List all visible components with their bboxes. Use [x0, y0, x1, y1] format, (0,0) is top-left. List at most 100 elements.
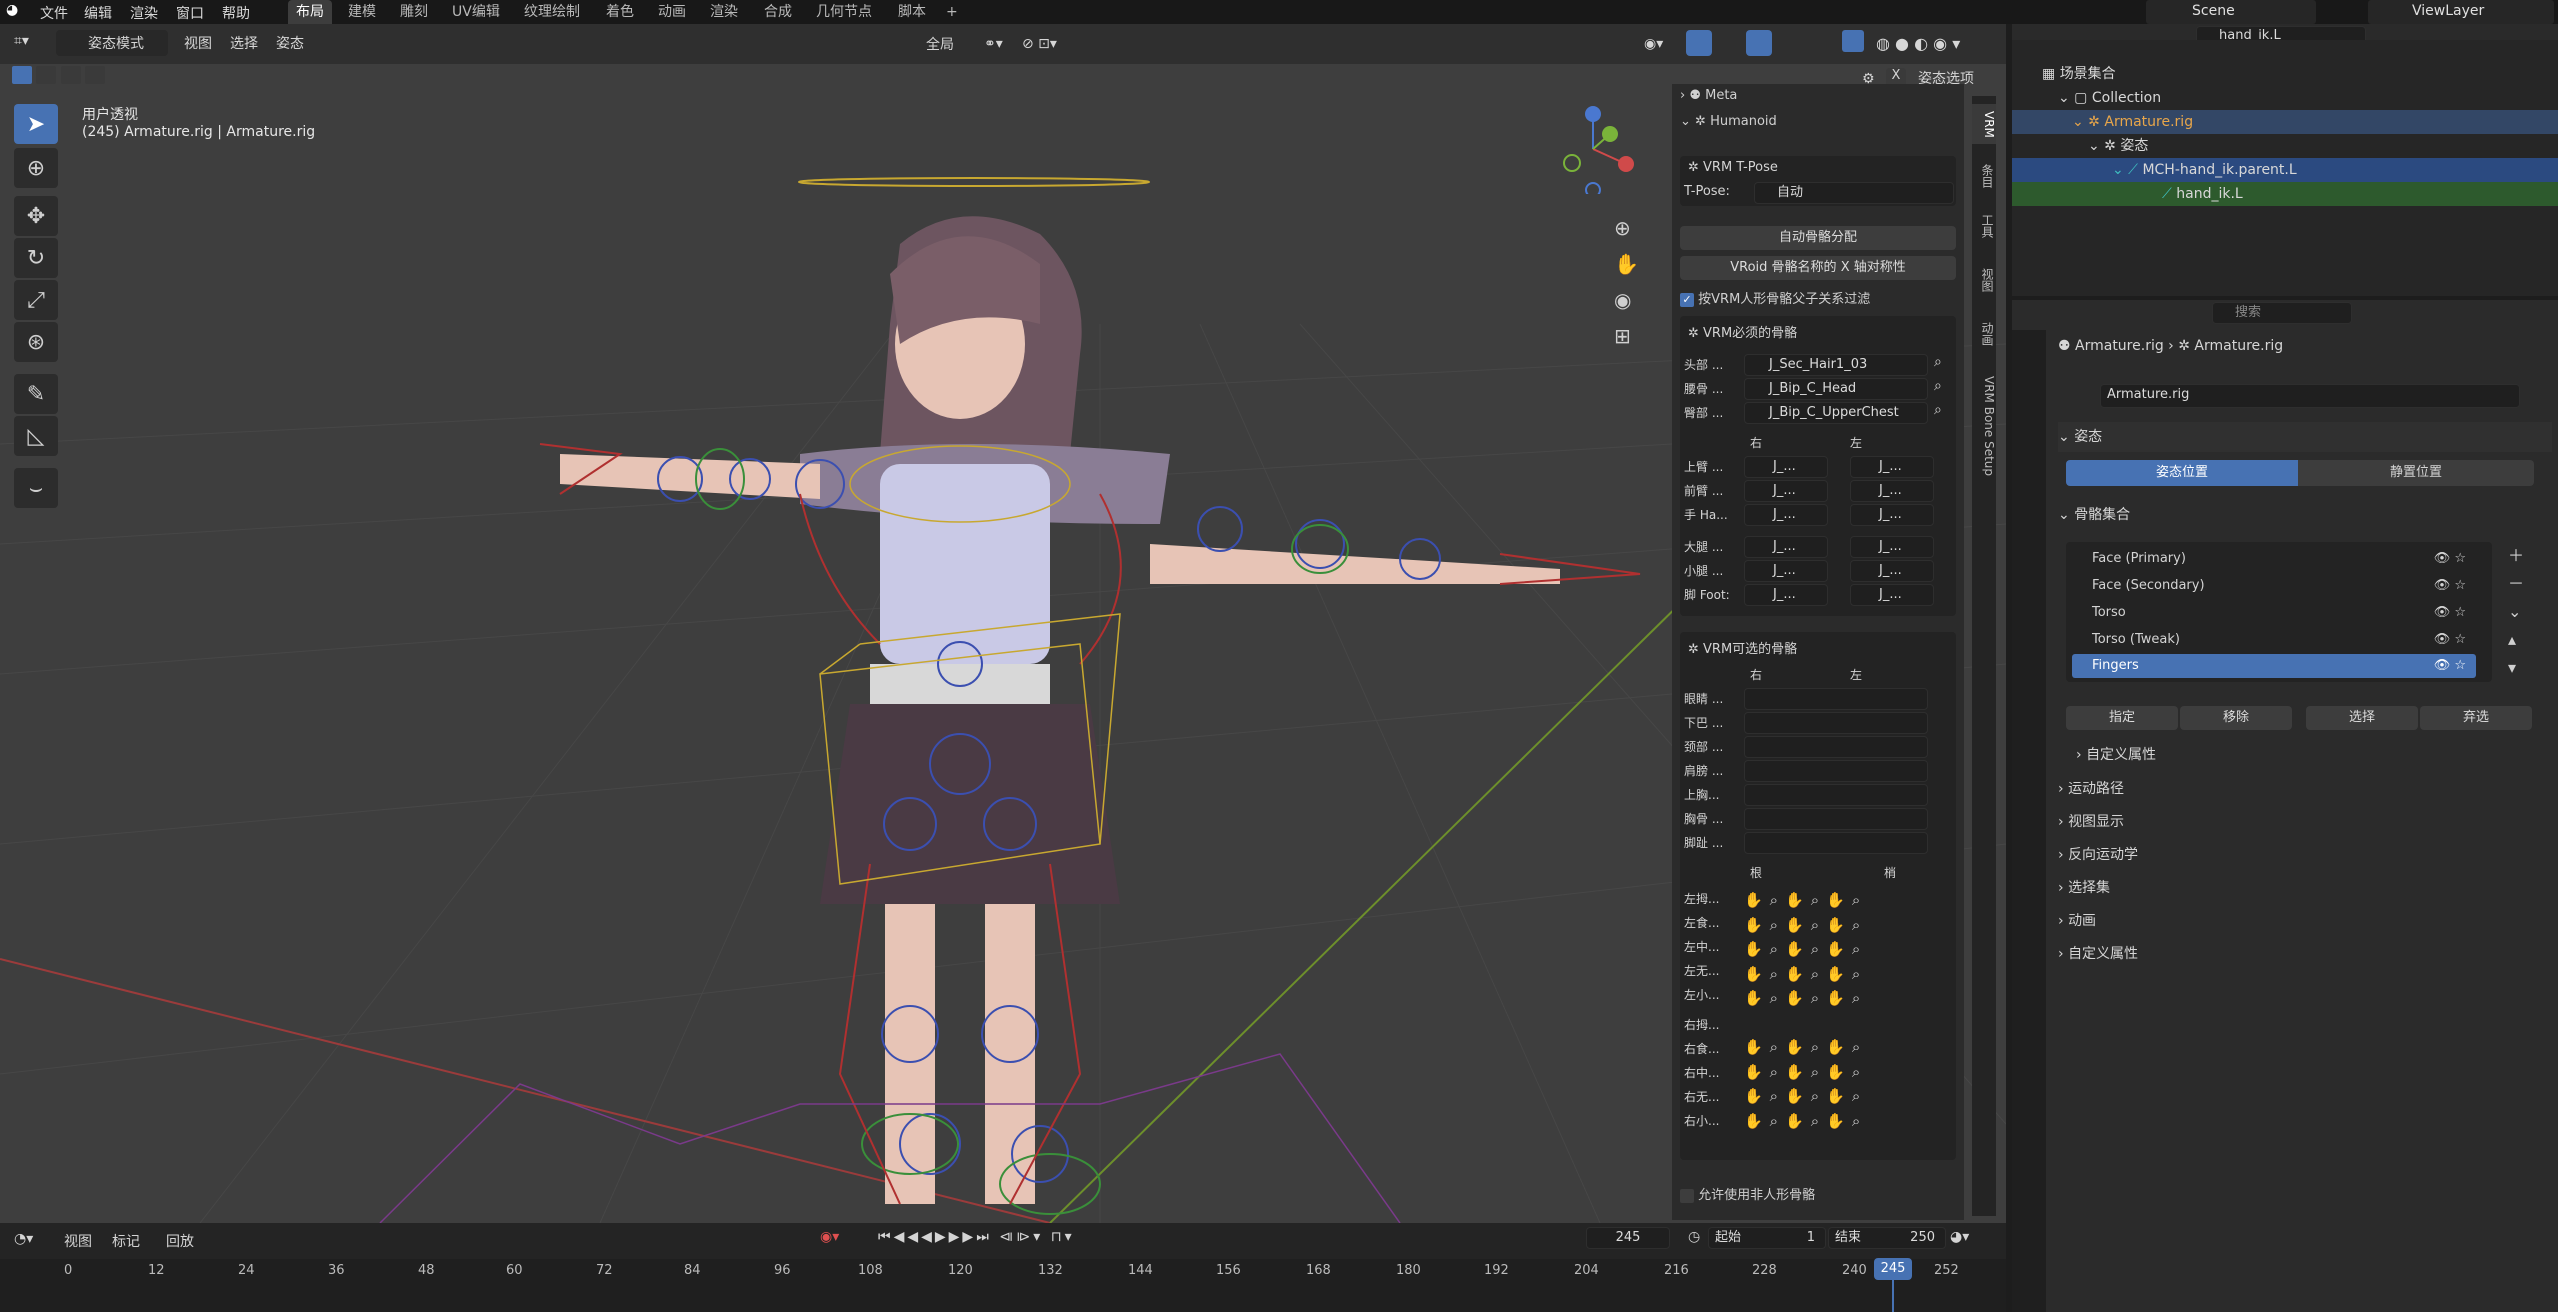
assign-button[interactable]: 指定 — [2066, 706, 2178, 730]
eye-and-star-icon[interactable]: 👁 ☆ — [2434, 600, 2466, 626]
pose-section-header[interactable]: ⌄ 姿态 — [2058, 422, 2552, 452]
menu-file[interactable]: 文件 — [40, 3, 68, 23]
motion-paths-header[interactable]: › 运动路径 — [2058, 774, 2552, 804]
finger-bone-grid[interactable]: ✋⌕✋⌕✋⌕ ✋⌕✋⌕✋⌕ ✋⌕✋⌕✋⌕ ✋⌕✋⌕✋⌕ ✋⌕✋⌕✋⌕ ✋⌕✋⌕✋⌕ ✋⌕✋⌕… — [1744, 888, 1954, 1132]
optional-field-jaw[interactable] — [1744, 712, 1928, 734]
menu-window[interactable]: 窗口 — [176, 3, 204, 23]
view-layer-selector[interactable]: ViewLayer — [2368, 0, 2554, 24]
add-workspace-icon[interactable]: + — [938, 0, 966, 24]
record-icon[interactable]: ◉▾ — [820, 1229, 839, 1245]
workspace-tab-sculpt[interactable]: 雕刻 — [392, 0, 436, 24]
optional-field-shoulder[interactable] — [1744, 760, 1928, 782]
workspace-tab-modeling[interactable]: 建模 — [340, 0, 384, 24]
scene-selector[interactable]: Scene — [2146, 0, 2316, 24]
workspace-tab-shading[interactable]: 着色 — [598, 0, 642, 24]
viewport-menu-view[interactable]: 视图 — [184, 31, 212, 57]
limb-field-right-lower-leg[interactable]: J_... — [1744, 560, 1828, 582]
required-field-hips[interactable]: J_Bip_C_UpperChest — [1744, 402, 1928, 424]
eye-and-star-icon[interactable]: 👁 ☆ — [2434, 546, 2466, 572]
workspace-tab-uv[interactable]: UV编辑 — [444, 0, 508, 24]
pose-position-button[interactable]: 姿态位置 — [2066, 460, 2298, 486]
workspace-tab-layout[interactable]: 布局 — [288, 0, 332, 24]
workspace-tab-scripting[interactable]: 脚本 — [890, 0, 934, 24]
selection-mode-buttons[interactable] — [12, 66, 112, 86]
select-button[interactable]: 选择 — [2306, 706, 2418, 730]
tab-animation[interactable]: 动画 — [1972, 314, 1996, 354]
rest-position-button[interactable]: 静置位置 — [2298, 460, 2534, 486]
outliner-bone-hand-ik[interactable]: ⟋ hand_ik.L — [2012, 182, 2558, 206]
auto-assign-bones-button[interactable]: 自动骨骼分配 — [1680, 226, 1956, 250]
required-field-head[interactable]: J_Sec_Hair1_03 — [1744, 354, 1928, 376]
selection-sets-header[interactable]: › 选择集 — [2058, 873, 2552, 903]
optional-field-chest[interactable] — [1744, 808, 1928, 830]
playhead-line[interactable] — [1892, 1280, 1894, 1312]
camera-view-icon[interactable]: ◉ — [1614, 288, 1631, 312]
timeline-menu-marker[interactable]: 标记 — [112, 1231, 140, 1251]
timeline-editor-icon[interactable]: ◔▾ — [14, 1231, 33, 1247]
properties-search[interactable]: 搜索 — [2212, 302, 2352, 324]
limb-field-right-upper-arm[interactable]: J_... — [1744, 456, 1828, 478]
eye-and-star-icon[interactable]: 👁 ☆ — [2434, 627, 2466, 653]
filter-checkbox-row[interactable]: ✓ 按VRM人形骨骼父子关系过滤 — [1680, 288, 1956, 307]
pivot-icon[interactable]: ⚭▾ — [984, 31, 1003, 57]
outliner-pose[interactable]: ⌄ ✲ 姿态 — [2088, 134, 2148, 158]
editor-type-icon[interactable]: ⌗▾ — [14, 28, 29, 54]
measure-tool[interactable]: ◺ — [14, 416, 58, 456]
blender-logo-icon[interactable]: ◕ — [6, 2, 18, 18]
limb-field-left-upper-leg[interactable]: J_... — [1850, 536, 1934, 558]
filter-checkbox[interactable]: ✓ — [1680, 292, 1694, 307]
relax-tool[interactable]: ⌣ — [14, 468, 58, 508]
bone-collection-row[interactable]: Face (Primary) 👁 ☆ — [2072, 546, 2476, 572]
workspace-tab-texture-paint[interactable]: 纹理绘制 — [516, 0, 588, 24]
bone-collection-row[interactable]: Torso 👁 ☆ — [2072, 600, 2476, 626]
transform-orientation-dropdown[interactable]: 全局 — [896, 30, 990, 56]
limb-field-right-lower-arm[interactable]: J_... — [1744, 480, 1828, 502]
optional-field-neck[interactable] — [1744, 736, 1928, 758]
limb-field-right-upper-leg[interactable]: J_... — [1744, 536, 1828, 558]
bone-collection-custom-props-header[interactable]: › 自定义属性 — [2076, 740, 2552, 770]
navigation-gizmo[interactable] — [1548, 104, 1638, 194]
ortho-toggle-icon[interactable]: ⊞ — [1614, 324, 1631, 348]
tpose-dropdown[interactable]: 自动 — [1754, 182, 1954, 204]
tab-vrm-bone-setup[interactable]: VRM Bone Setup — [1972, 366, 1996, 486]
limb-field-left-foot[interactable]: J_... — [1850, 584, 1934, 606]
transform-tool[interactable]: ⊛ — [14, 322, 58, 362]
playhead-label[interactable]: 245 — [1874, 1258, 1912, 1280]
limb-field-right-foot[interactable]: J_... — [1744, 584, 1828, 606]
vroid-symmetry-button[interactable]: VRoid 骨骼名称的 X 轴对称性 — [1680, 256, 1956, 280]
viewport-menu-pose[interactable]: 姿态 — [276, 31, 304, 57]
eye-and-star-icon[interactable]: 👁 ☆ — [2434, 573, 2466, 599]
gizmo-toggle-icon[interactable] — [1686, 30, 1712, 56]
outliner-bone-mch-hand-ik-parent[interactable]: ⌄ ⟋ MCH-hand_ik.parent.L — [2012, 158, 2558, 182]
workspace-tab-animation[interactable]: 动画 — [650, 0, 694, 24]
eye-and-star-icon[interactable]: 👁 ☆ — [2434, 654, 2466, 678]
bone-collection-row[interactable]: Face (Secondary) 👁 ☆ — [2072, 573, 2476, 599]
search-icon[interactable]: ⌕ — [1934, 402, 1942, 418]
outliner-collection[interactable]: ⌄ ▢ Collection — [2058, 86, 2161, 110]
playback-controls[interactable]: ⏮◀◀◀▶▶▶⏭ ⧏⧐▾ ⊓▾ — [878, 1229, 1075, 1245]
outliner-armature[interactable]: ⌄ ✲ Armature.rig — [2012, 110, 2558, 134]
move-tool[interactable]: ✥ — [14, 196, 58, 236]
custom-properties-header[interactable]: › 自定义属性 — [2058, 939, 2552, 969]
scale-tool[interactable]: ⤢ — [14, 280, 58, 320]
outliner-scene-collection[interactable]: ▦ 场景集合 — [2042, 62, 2116, 86]
shading-mode-icons[interactable]: ◍ ● ◐ ◉ ▾ — [1876, 31, 1960, 57]
meta-panel-header[interactable]: › ⚉ Meta — [1680, 88, 1956, 103]
properties-tab-strip[interactable] — [2012, 330, 2046, 1312]
bone-collections-header[interactable]: ⌄ 骨骼集合 — [2058, 500, 2552, 530]
timeline-menu-playback[interactable]: 回放 — [166, 1231, 194, 1251]
search-icon[interactable]: ⌕ — [1934, 378, 1942, 394]
timeline-track[interactable] — [0, 1259, 2006, 1312]
visibility-icon[interactable]: ◉▾ — [1644, 31, 1663, 57]
limb-field-left-hand[interactable]: J_... — [1850, 504, 1934, 526]
limb-field-left-lower-arm[interactable]: J_... — [1850, 480, 1934, 502]
limb-field-right-hand[interactable]: J_... — [1744, 504, 1828, 526]
search-icon[interactable]: ⌕ — [1934, 354, 1942, 370]
workspace-tab-rendering[interactable]: 渲染 — [702, 0, 746, 24]
allow-nonhuman-row[interactable]: 允许使用非人形骨骼 — [1680, 1184, 1956, 1203]
end-frame-field[interactable]: 结束 250 — [1828, 1227, 1946, 1249]
menu-help[interactable]: 帮助 — [222, 3, 250, 23]
limb-field-left-upper-arm[interactable]: J_... — [1850, 456, 1934, 478]
optional-field-eyes[interactable] — [1744, 688, 1928, 710]
optional-field-upper-chest[interactable] — [1744, 784, 1928, 806]
